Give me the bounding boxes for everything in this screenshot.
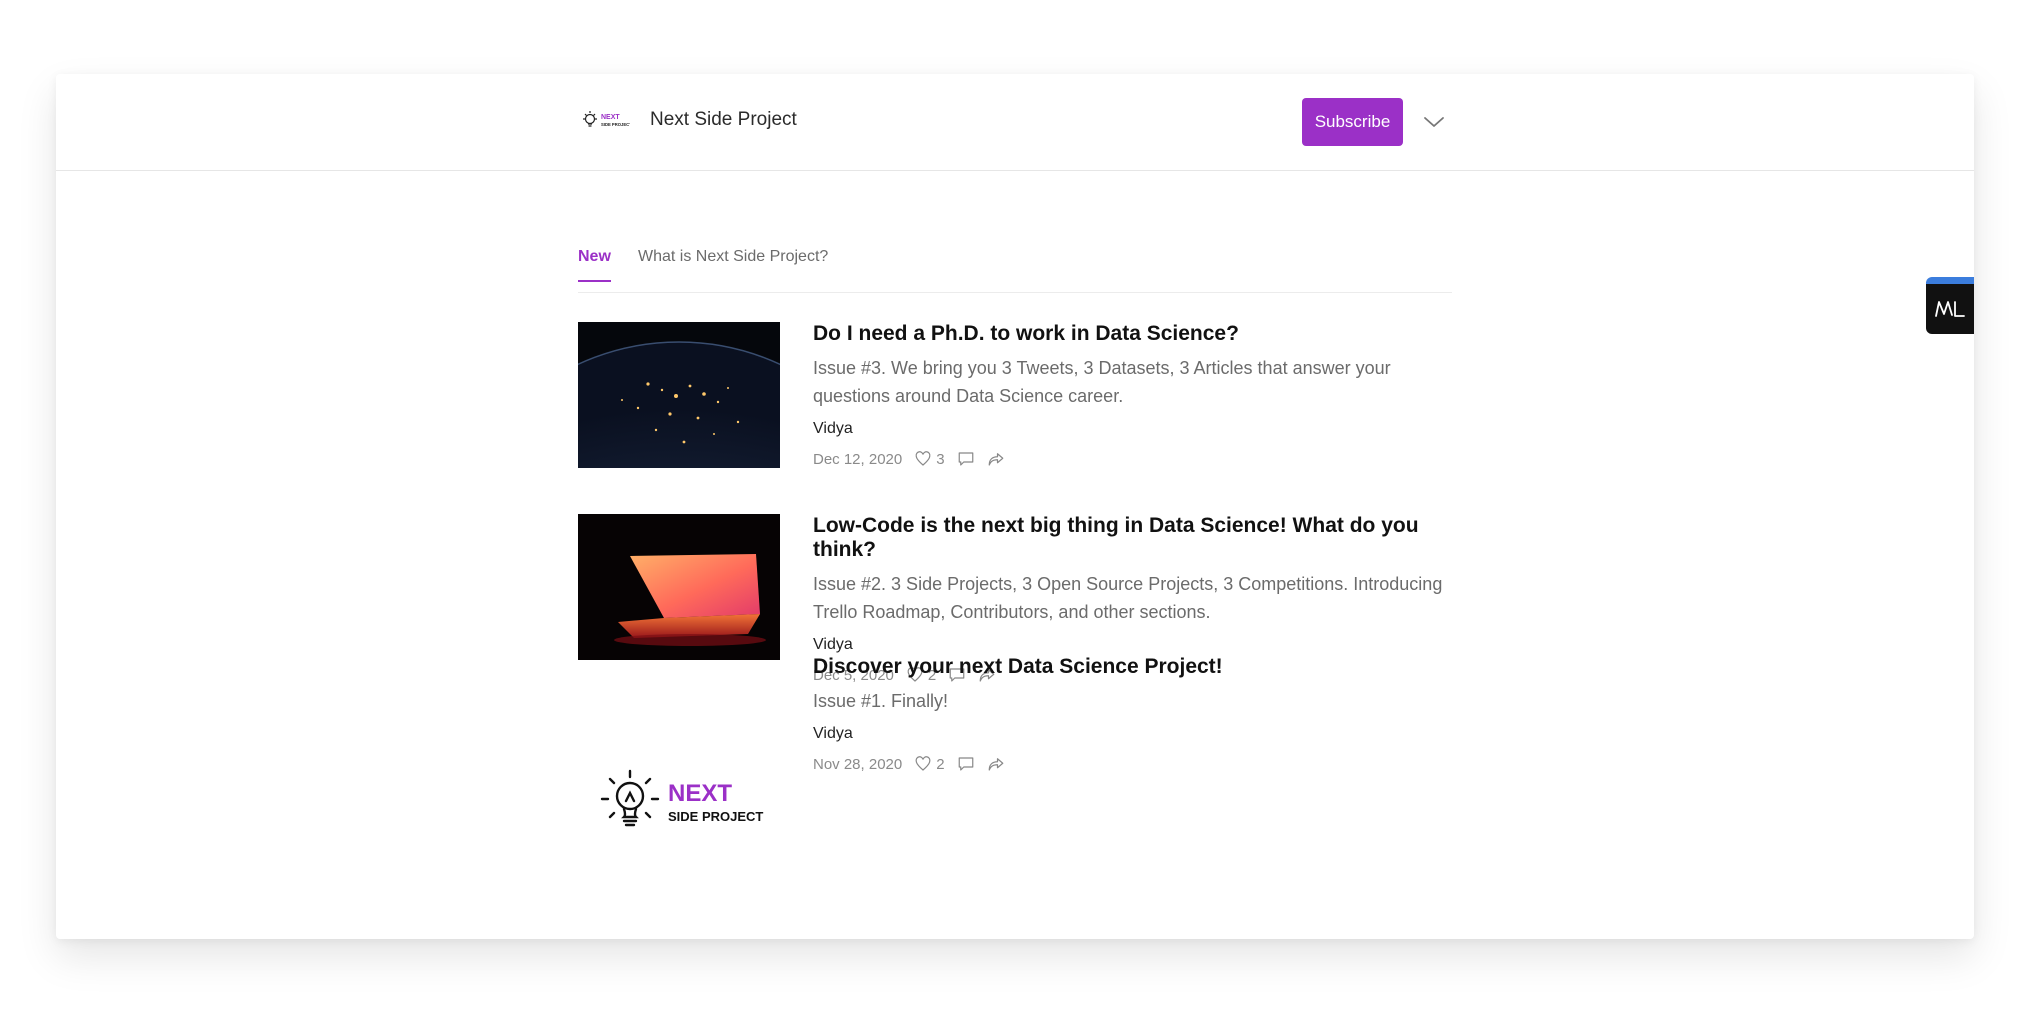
post-meta: Dec 12, 2020 3: [813, 448, 1453, 470]
post-subtitle: Issue #3. We bring you 3 Tweets, 3 Datas…: [813, 358, 1391, 406]
comment-icon[interactable]: [957, 450, 975, 468]
site-header: NEXT SIDE PROJECT Next Side Project Subs…: [56, 74, 1974, 171]
post-date: Dec 12, 2020: [813, 450, 903, 468]
post-content: Discover your next Data Science Project!…: [813, 655, 1453, 775]
like-count: 3: [936, 450, 945, 468]
post-thumbnail-laptop[interactable]: [578, 514, 780, 660]
site-title[interactable]: Next Side Project: [650, 109, 797, 131]
comment-icon[interactable]: [957, 755, 975, 773]
m-logo-icon[interactable]: [1926, 277, 1974, 334]
post-author[interactable]: Vidya: [813, 418, 1453, 440]
svg-text:NEXT: NEXT: [601, 114, 620, 121]
svg-text:SIDE PROJECT: SIDE PROJECT: [668, 809, 763, 824]
share-icon[interactable]: [987, 450, 1005, 468]
share-icon[interactable]: [987, 755, 1005, 773]
svg-text:SIDE PROJECT: SIDE PROJECT: [601, 122, 630, 127]
post-thumbnail-earth[interactable]: [578, 322, 780, 468]
heart-icon[interactable]: [914, 755, 932, 773]
post-author[interactable]: Vidya: [813, 723, 1453, 745]
post-author[interactable]: Vidya: [813, 634, 1453, 656]
post-title[interactable]: Discover your next Data Science Project!: [813, 655, 1453, 679]
tab-new[interactable]: New: [578, 248, 611, 282]
subscribe-button[interactable]: Subscribe: [1302, 98, 1403, 146]
svg-text:NEXT: NEXT: [668, 780, 732, 807]
chevron-down-icon[interactable]: [1422, 110, 1446, 134]
post-subtitle: Issue #2. 3 Side Projects, 3 Open Source…: [813, 574, 1443, 622]
post-thumbnail-logo[interactable]: NEXT SIDE PROJECT: [578, 731, 780, 877]
publication-card: NEXT SIDE PROJECT Next Side Project Subs…: [56, 74, 1974, 939]
post-meta: Nov 28, 2020 2: [813, 753, 1453, 775]
heart-icon[interactable]: [914, 450, 932, 468]
post-content: Do I need a Ph.D. to work in Data Scienc…: [813, 322, 1453, 470]
post-subtitle: Issue #1. Finally!: [813, 691, 949, 711]
tab-bar: New What is Next Side Project?: [578, 248, 1452, 293]
post-title[interactable]: Do I need a Ph.D. to work in Data Scienc…: [813, 322, 1453, 346]
like-count: 2: [936, 755, 945, 773]
site-logo[interactable]: NEXT SIDE PROJECT: [580, 108, 630, 134]
tab-about[interactable]: What is Next Side Project?: [638, 248, 828, 280]
post-date: Nov 28, 2020: [813, 755, 903, 773]
post-title[interactable]: Low-Code is the next big thing in Data S…: [813, 514, 1453, 562]
